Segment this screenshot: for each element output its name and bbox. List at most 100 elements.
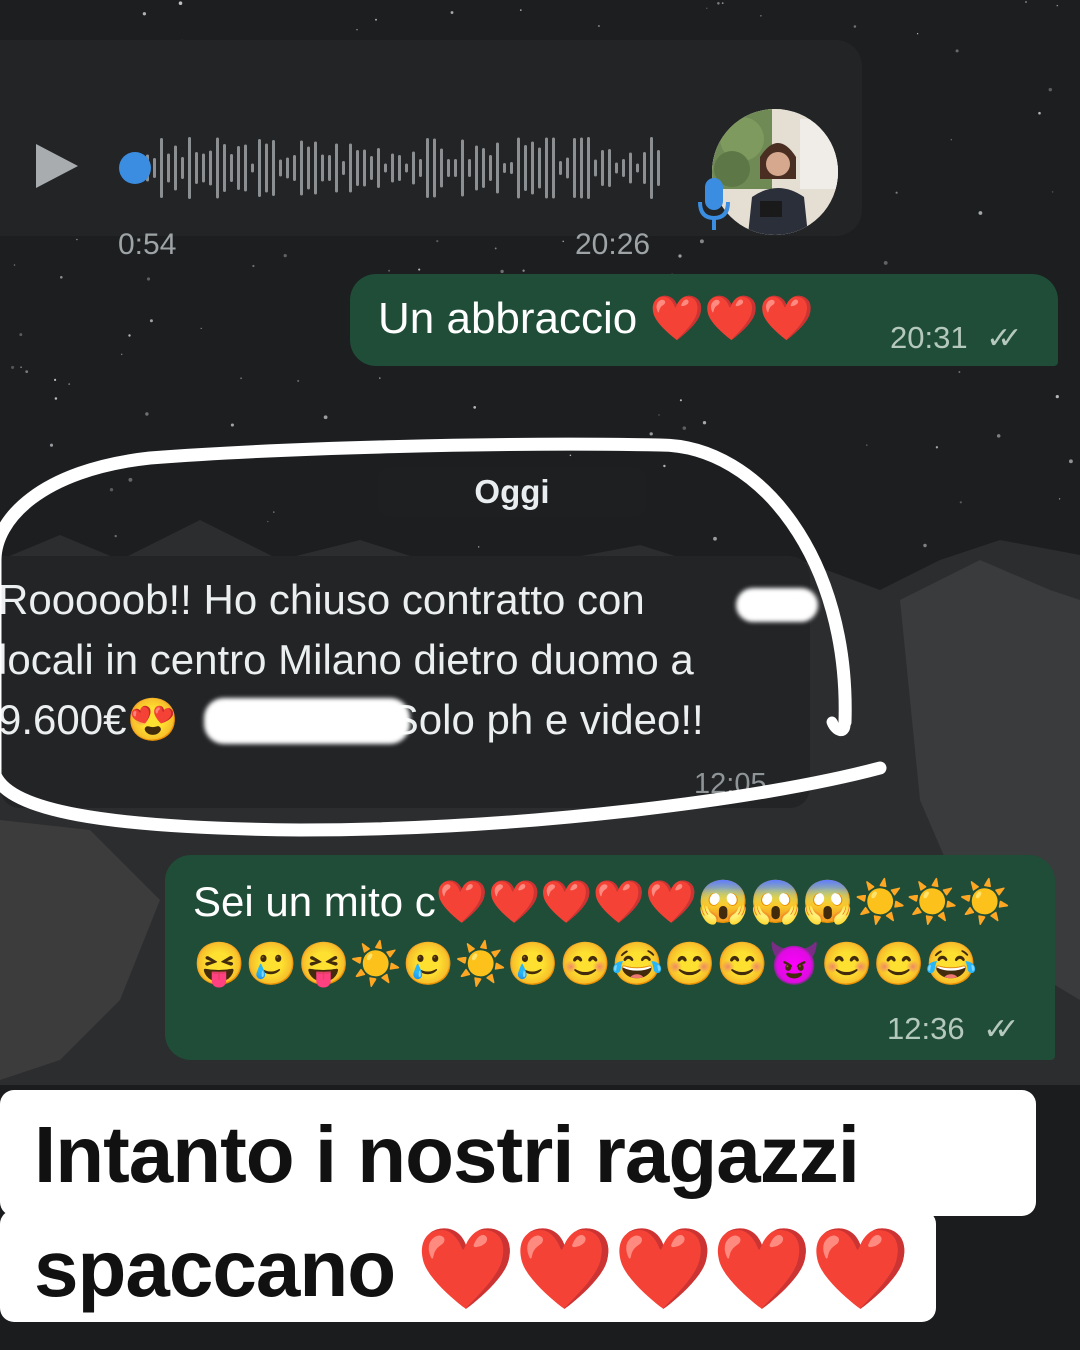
star bbox=[702, 421, 707, 425]
waveform-bar bbox=[328, 155, 331, 181]
waveform-bar bbox=[398, 155, 401, 181]
star bbox=[128, 477, 133, 482]
waveform-bar bbox=[510, 162, 513, 174]
waveform-bar bbox=[517, 137, 520, 199]
star bbox=[678, 254, 682, 258]
waveform-bar bbox=[559, 161, 562, 175]
star bbox=[142, 12, 147, 16]
waveform-bar bbox=[370, 156, 373, 180]
star bbox=[1048, 87, 1053, 92]
waveform-bar bbox=[405, 163, 408, 173]
star bbox=[283, 253, 287, 258]
star bbox=[323, 415, 328, 420]
waveform-bar bbox=[496, 142, 499, 194]
story-caption: Intanto i nostri ragazzi spaccano ❤️❤️❤️… bbox=[34, 1098, 1044, 1326]
waveform-bar bbox=[167, 153, 170, 183]
waveform-bar bbox=[265, 143, 268, 193]
star bbox=[76, 238, 78, 241]
star bbox=[682, 426, 687, 430]
star bbox=[356, 29, 358, 31]
waveform-bar bbox=[580, 137, 583, 199]
star bbox=[663, 464, 666, 468]
waveform-bar bbox=[349, 143, 352, 193]
star bbox=[522, 269, 525, 272]
star bbox=[916, 33, 919, 35]
waveform-bar bbox=[244, 144, 247, 192]
star bbox=[379, 377, 381, 379]
star bbox=[515, 447, 517, 449]
message-timestamp: 20:31 ✓✓ bbox=[890, 320, 1023, 356]
star bbox=[996, 434, 1001, 438]
waveform-bar bbox=[615, 162, 618, 174]
message-timestamp: 12:05 bbox=[694, 768, 767, 800]
star bbox=[717, 2, 720, 5]
waveform-bar bbox=[468, 159, 471, 177]
waveform-bar bbox=[433, 138, 436, 198]
star bbox=[20, 366, 22, 369]
waveform-bar bbox=[538, 147, 541, 189]
incoming-message[interactable]: Rooooob!! Ho chiuso contratto con locali… bbox=[0, 556, 810, 808]
waveform-bar bbox=[384, 163, 387, 173]
star bbox=[252, 264, 255, 268]
message-text: Sei un mito c❤️❤️❤️❤️❤️😱😱😱☀️☀️☀️😝🥲😝☀️🥲☀️… bbox=[193, 878, 1012, 987]
waveform-bar bbox=[475, 145, 478, 191]
star bbox=[178, 1, 183, 5]
star bbox=[375, 18, 377, 21]
waveform-bar bbox=[440, 148, 443, 188]
star bbox=[699, 239, 704, 244]
outgoing-message[interactable]: Un abbraccio ❤️❤️❤️ 20:31 ✓✓ bbox=[350, 274, 1058, 366]
waveform-bar bbox=[160, 138, 163, 198]
star bbox=[1055, 394, 1059, 399]
star bbox=[935, 446, 939, 449]
voice-duration: 0:54 bbox=[118, 228, 177, 261]
waveform-bar bbox=[279, 159, 282, 177]
waveform-bar bbox=[545, 137, 548, 199]
waveform-bar bbox=[223, 144, 226, 192]
star bbox=[853, 25, 857, 28]
star bbox=[959, 501, 962, 504]
waveform-bar bbox=[524, 145, 527, 191]
waveform-bar bbox=[272, 140, 275, 196]
star bbox=[49, 443, 54, 447]
waveform-bar bbox=[482, 148, 485, 188]
star bbox=[297, 379, 300, 382]
star bbox=[25, 370, 29, 374]
waveform-bar bbox=[629, 152, 632, 184]
star bbox=[658, 414, 660, 416]
waveform-bar bbox=[566, 157, 569, 179]
caption-line-2: spaccano ❤️❤️❤️❤️❤️ bbox=[34, 1224, 910, 1313]
star bbox=[450, 11, 454, 14]
redaction-mark bbox=[204, 698, 410, 744]
audio-waveform[interactable] bbox=[118, 132, 663, 204]
waveform-bar bbox=[419, 159, 422, 177]
star bbox=[13, 264, 16, 266]
waveform-bar bbox=[251, 163, 254, 173]
waveform-bar bbox=[321, 154, 324, 182]
star bbox=[950, 138, 953, 141]
waveform-bar bbox=[412, 151, 415, 185]
timestamp-text: 12:36 bbox=[887, 1011, 965, 1046]
message-line-2: locali in centro Milano dietro duomo a bbox=[0, 636, 694, 683]
outgoing-message[interactable]: Sei un mito c❤️❤️❤️❤️❤️😱😱😱☀️☀️☀️😝🥲😝☀️🥲☀️… bbox=[165, 855, 1055, 1060]
play-icon[interactable] bbox=[36, 144, 78, 188]
star bbox=[958, 371, 961, 373]
double-check-icon: ✓✓ bbox=[983, 1013, 1019, 1046]
waveform-bar bbox=[531, 141, 534, 195]
star bbox=[1038, 111, 1041, 115]
star bbox=[436, 239, 439, 243]
waveform-bar bbox=[636, 163, 639, 173]
star bbox=[649, 432, 653, 436]
star bbox=[793, 529, 798, 534]
waveform-bar bbox=[342, 161, 345, 175]
star bbox=[569, 454, 572, 457]
star bbox=[955, 49, 959, 53]
star bbox=[145, 412, 149, 416]
star bbox=[200, 327, 202, 330]
waveform-bar bbox=[573, 138, 576, 198]
star bbox=[267, 520, 269, 523]
message-amount: 9.600€😍 bbox=[0, 696, 179, 743]
waveform-bar bbox=[461, 139, 464, 197]
star bbox=[760, 15, 762, 17]
waveform-bar bbox=[300, 140, 303, 196]
date-separator: Oggi bbox=[377, 467, 647, 517]
